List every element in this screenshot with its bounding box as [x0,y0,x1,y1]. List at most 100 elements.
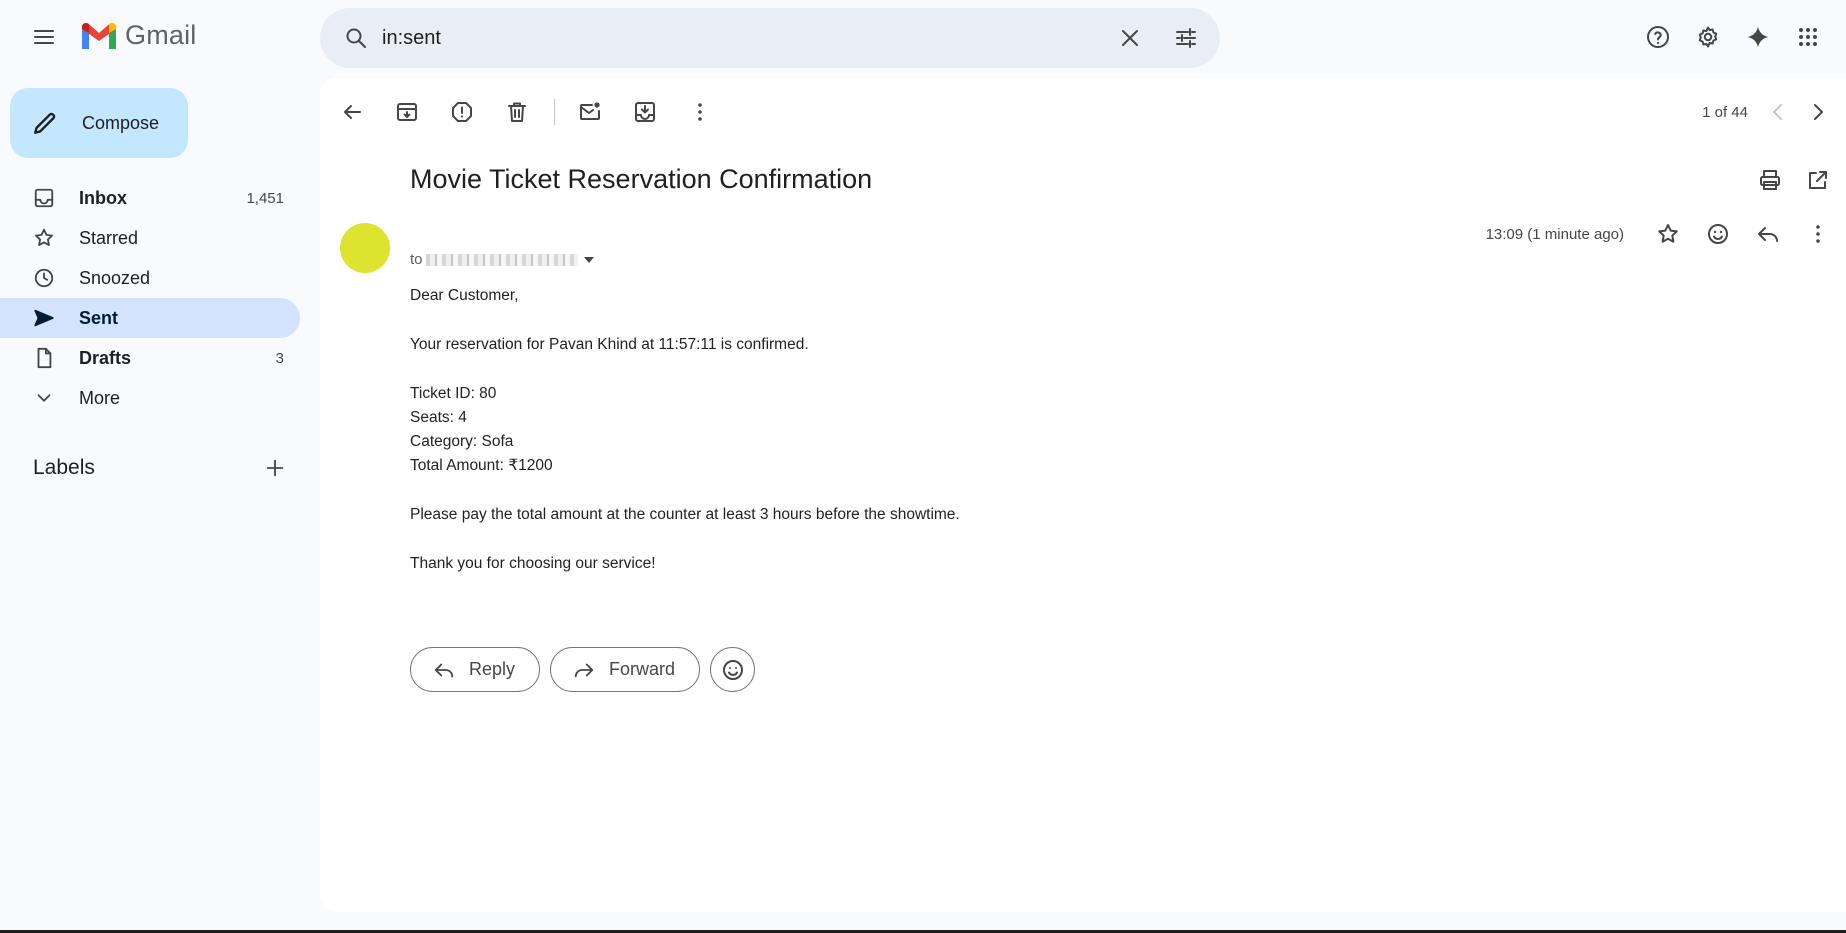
mail-unread-icon [580,102,600,120]
gmail-logo[interactable]: Gmail [80,20,197,51]
newer-button[interactable] [1758,92,1798,132]
inbox-icon [34,188,54,208]
gmail-m-icon [82,22,116,49]
sender-avatar[interactable] [340,223,390,273]
reply-icon [434,663,454,677]
forward-icon [574,663,594,677]
sidebar-item-snoozed[interactable]: Snoozed [0,258,300,298]
draft-count: 3 [275,349,284,367]
more-vert-icon [698,103,702,121]
more-vert-icon [1816,225,1820,243]
main-menu-button[interactable] [24,17,64,57]
help-icon [1647,26,1669,48]
support-button[interactable] [1638,17,1678,57]
sidebar-item-starred[interactable]: Starred [0,218,300,258]
emoji-reaction-button[interactable] [710,647,756,692]
open-in-new-icon [1809,171,1827,189]
add-reaction-button[interactable] [1698,214,1738,254]
draft-icon [37,347,52,369]
sidebar-item-label: Inbox [79,187,127,208]
clear-search-button[interactable] [1110,18,1150,58]
sparkle-icon [1747,26,1769,48]
labels-title: Labels [33,456,95,479]
recipient-line: to [410,251,594,268]
message-meta: 13:09 (1 minute ago) [1486,214,1838,254]
page-count: 1 of 44 [1702,103,1748,121]
sidebar-item-more[interactable]: More [0,378,300,418]
clock-icon [34,268,54,288]
chevron-down-icon [37,394,51,402]
search-button[interactable] [336,18,376,58]
sidebar-item-sent[interactable]: Sent [0,298,300,338]
ticket-id: Ticket ID: 80 [410,385,497,402]
sidebar-item-label: Starred [79,227,139,248]
move-to-button[interactable] [625,92,665,132]
closing-text: Thank you for choosing our service! [410,555,656,572]
pencil-icon [34,112,56,134]
toolbar-divider [554,99,555,125]
create-label-button[interactable] [259,452,291,484]
to-label: to [410,251,423,268]
reply-icon [1758,227,1778,242]
older-button[interactable] [1798,92,1838,132]
close-icon [1122,30,1138,46]
mark-unread-button[interactable] [570,92,610,132]
sidebar-item-label: Snoozed [79,267,151,288]
move-to-icon [635,102,655,122]
compose-button[interactable]: Compose [10,88,188,158]
seats: Seats: 4 [410,409,467,426]
gmail-wordmark: Gmail [125,20,197,50]
message-toolbar [332,88,735,136]
archive-button[interactable] [387,92,427,132]
back-button[interactable] [332,92,372,132]
search-options-button[interactable] [1166,18,1206,58]
star-button[interactable] [1648,214,1688,254]
show-details-icon[interactable] [583,256,594,263]
forward-label: Forward [609,659,676,679]
sidebar-item-label: Sent [79,307,119,328]
star-icon [1658,224,1678,243]
google-apps-button[interactable] [1788,17,1828,57]
email-body: Dear Customer, Your reservation for Pava… [410,284,960,601]
send-icon [34,309,54,327]
search-bar[interactable] [320,8,1220,68]
sidebar-item-inbox[interactable]: Inbox 1,451 [0,178,300,218]
search-icon [346,28,366,48]
more-actions-button[interactable] [680,92,720,132]
greeting-text: Dear Customer, [410,287,519,304]
delete-button[interactable] [497,92,537,132]
gemini-button[interactable] [1738,17,1778,57]
search-input[interactable] [382,18,1110,58]
sidebar-item-drafts[interactable]: Drafts 3 [0,338,300,378]
hamburger-icon [34,30,54,44]
reply-label: Reply [469,659,516,679]
emoji-icon [1708,224,1728,244]
reply-icon-button[interactable] [1748,214,1788,254]
message-more-button[interactable] [1798,214,1838,254]
sidebar-item-label: Drafts [79,347,132,368]
apps-grid-icon [1799,28,1817,46]
compose-label: Compose [82,112,160,133]
header-actions [1638,17,1828,57]
settings-button[interactable] [1688,17,1728,57]
forward-button[interactable]: Forward [550,647,701,692]
report-spam-button[interactable] [442,92,482,132]
report-icon [452,102,472,122]
tune-icon [1176,28,1196,48]
message-panel: 1 of 44 Movie Ticket Reservation Confirm… [320,78,1846,912]
gear-icon [1698,26,1718,48]
ticket-details: Ticket ID: 80 Seats: 4 Category: Sofa To… [410,382,960,478]
emoji-icon [722,659,743,680]
payment-note: Please pay the total amount at the count… [410,506,960,523]
open-new-window-button[interactable] [1798,160,1838,200]
trash-icon [508,102,526,122]
print-icon [1760,170,1780,190]
sidebar-item-label: More [79,387,121,408]
email-subject: Movie Ticket Reservation Confirmation [410,164,873,194]
print-all-button[interactable] [1750,160,1790,200]
reply-button[interactable]: Reply [410,647,541,692]
message-time: 13:09 (1 minute ago) [1485,225,1624,243]
pagination: 1 of 44 [1702,88,1838,136]
unread-count: 1,451 [246,189,284,207]
reply-actions: Reply Forward [410,647,756,692]
